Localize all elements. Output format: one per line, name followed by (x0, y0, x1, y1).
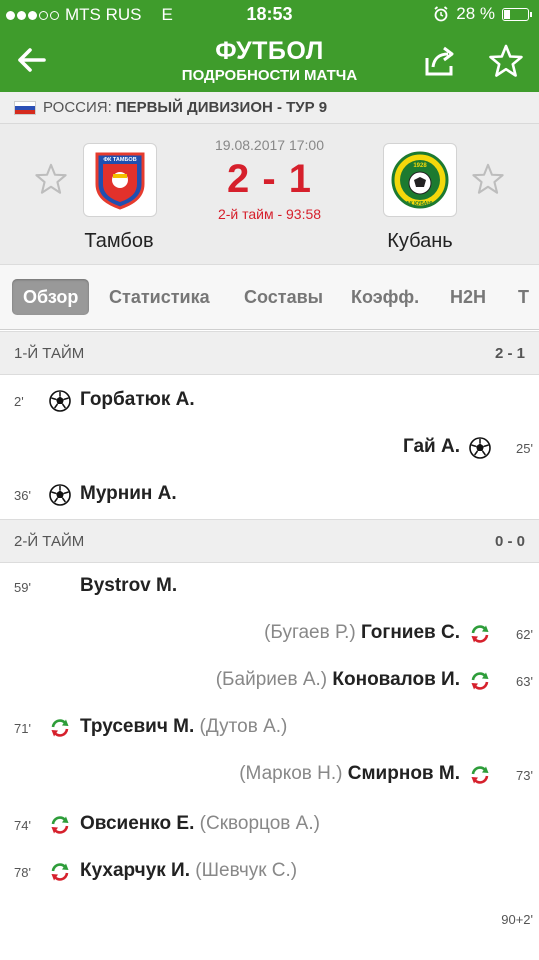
event-sub-player: (Дутов А.) (199, 716, 288, 737)
substitution-icon (49, 717, 71, 739)
event-row[interactable]: 63' (Байриев А.) Коновалов И. (0, 658, 539, 704)
battery-icon (502, 7, 532, 21)
event-row[interactable]: 59' Bystrov M. (0, 564, 539, 610)
event-minute: 78' (14, 865, 31, 880)
tab-statistics[interactable]: Статистика (109, 279, 210, 315)
section-second-half: 2-Й ТАЙМ 0 - 0 (0, 519, 539, 563)
event-player: Гай А. (402, 436, 460, 457)
event-row[interactable]: 74' Овсиенко Е. (Скворцов А.) (0, 802, 539, 848)
tab-lineups[interactable]: Составы (244, 279, 323, 315)
status-right: 28 % (433, 4, 532, 24)
tab-overview[interactable]: Обзор (12, 279, 90, 315)
goal-ball-icon (49, 484, 71, 506)
match-score: 2 - 1 (226, 157, 313, 201)
tab-more[interactable]: Т (518, 279, 529, 315)
home-team-name[interactable]: Тамбов (49, 230, 189, 253)
page-subtitle: ПОДРОБНОСТИ МАТЧА (181, 67, 358, 84)
alarm-icon (434, 6, 448, 22)
event-player: Bystrov M. (80, 575, 178, 596)
event-minute: 73' (516, 768, 533, 783)
event-player: Овсиенко Е. (80, 813, 195, 834)
event-row[interactable]: 73' (Марков Н.) Смирнов М. (0, 752, 539, 798)
status-bar: MTS RUS E 18:53 28 % (0, 0, 539, 30)
yellow-card-icon (49, 576, 71, 598)
event-minute: 74' (14, 818, 31, 833)
event-sub-player: (Шевчук С.) (195, 860, 298, 881)
tab-bar: Обзор Статистика Составы Коэфф. H2H Т (0, 264, 539, 330)
match-datetime: 19.08.2017 17:00 (215, 137, 324, 153)
russia-flag-icon (14, 100, 36, 115)
away-team-logo[interactable]: 1928 ФК КУБАНЬ (383, 143, 457, 217)
league-country: РОССИЯ: (43, 99, 112, 116)
away-team-name[interactable]: Кубань (350, 230, 490, 253)
event-row[interactable]: 2' Горбатюк А. (0, 378, 539, 424)
away-logo-year: 1928 (413, 163, 427, 169)
event-row[interactable]: 78' Кухарчук И. (Шевчук С.) (0, 849, 539, 895)
event-player: Кухарчук И. (80, 860, 190, 881)
section-first-half: 1-Й ТАЙМ 2 - 1 (0, 331, 539, 375)
event-minute: 2' (14, 394, 24, 409)
event-minute: 36' (14, 488, 31, 503)
kuban-crest-icon: 1928 ФК КУБАНЬ (391, 151, 449, 209)
yellow-card-icon (467, 908, 489, 930)
tab-h2h[interactable]: H2H (450, 279, 486, 315)
match-header: ФК ТАМБОВ Тамбов 19.08.2017 17:00 2 - 1 … (0, 124, 539, 264)
event-minute: 59' (14, 580, 31, 595)
event-sub-player: (Скворцов А.) (199, 813, 320, 834)
event-player: Смирнов М. (347, 763, 460, 784)
page-title: ФУТБОЛ (215, 37, 324, 65)
event-minute: 25' (516, 441, 533, 456)
tab-odds[interactable]: Коэфф. (351, 279, 419, 315)
event-player: Мурнин А. (80, 483, 177, 504)
substitution-icon (469, 670, 491, 692)
substitution-icon (469, 623, 491, 645)
event-row[interactable]: 90+2' (0, 896, 539, 942)
section-score: 2 - 1 (494, 345, 525, 362)
event-minute: 90+2' (501, 912, 533, 927)
event-player: Гогниев С. (360, 622, 460, 643)
event-row[interactable]: 71' Трусевич М. (Дутов А.) (0, 705, 539, 751)
league-row[interactable]: РОССИЯ: ПЕРВЫЙ ДИВИЗИОН - ТУР 9 (0, 92, 539, 124)
event-minute: 63' (516, 674, 533, 689)
section-label: 2-Й ТАЙМ (14, 533, 85, 550)
event-player: Трусевич М. (80, 716, 195, 737)
event-sub-player: (Байриев А.) (215, 669, 328, 690)
goal-ball-icon (469, 437, 491, 459)
event-minute: 71' (14, 721, 31, 736)
app-header: MTS RUS E 18:53 28 % ФУТБОЛ ПОДРОБНОСТИ … (0, 0, 539, 92)
goal-ball-icon (49, 390, 71, 412)
away-favorite-star-icon[interactable] (471, 162, 505, 196)
section-score: 0 - 0 (494, 533, 525, 550)
event-player: Коновалов И. (332, 669, 460, 690)
substitution-icon (469, 764, 491, 786)
event-player: Горбатюк А. (80, 389, 195, 410)
substitution-icon (49, 814, 71, 836)
event-minute: 62' (516, 627, 533, 642)
substitution-icon (49, 861, 71, 883)
favorite-star-icon[interactable] (488, 43, 524, 79)
section-label: 1-Й ТАЙМ (14, 345, 85, 362)
event-sub-player: (Марков Н.) (239, 763, 343, 784)
away-logo-text: ФК КУБАНЬ (405, 201, 435, 207)
league-name: ПЕРВЫЙ ДИВИЗИОН - ТУР 9 (115, 99, 328, 116)
event-sub-player: (Бугаев Р.) (264, 622, 356, 643)
event-row[interactable]: 25' Гай А. (0, 425, 539, 471)
match-period: 2-й тайм - 93:58 (217, 206, 322, 222)
event-row[interactable]: 36' Мурнин А. (0, 472, 539, 518)
battery-percent: 28 % (456, 4, 495, 23)
event-row[interactable]: 62' (Бугаев Р.) Гогниев С. (0, 611, 539, 657)
share-icon[interactable] (422, 44, 458, 78)
